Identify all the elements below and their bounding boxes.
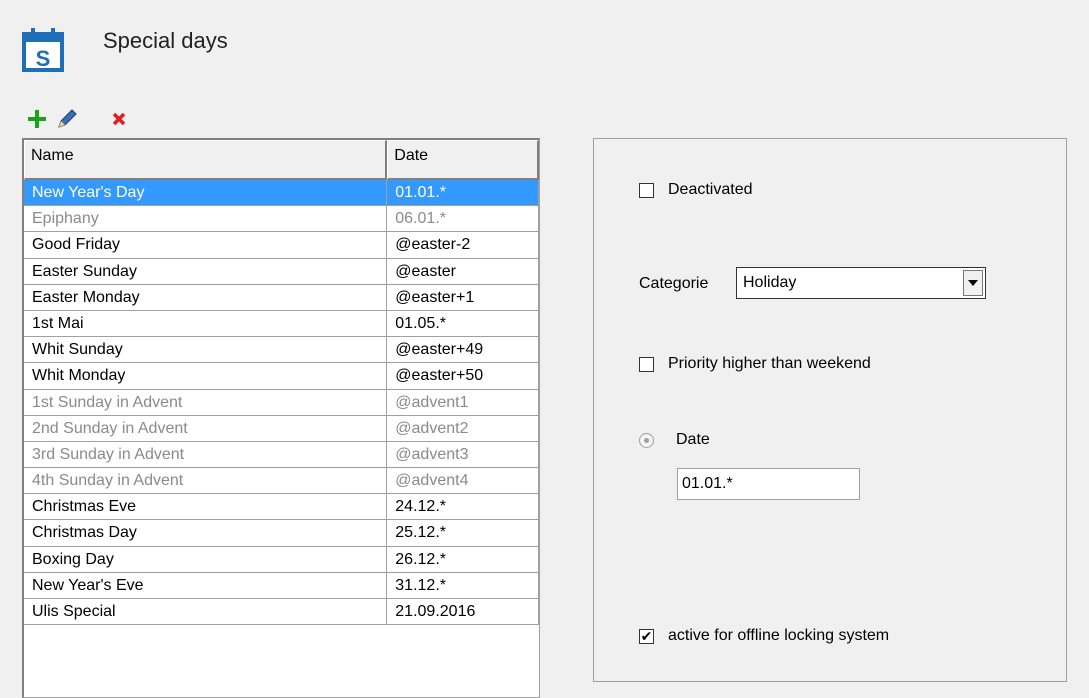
list-item-date: 24.12.* — [387, 494, 539, 521]
list-item-date: 25.12.* — [387, 520, 539, 547]
deactivated-row[interactable]: Deactivated — [639, 181, 753, 199]
priority-label: Priority higher than weekend — [668, 355, 871, 372]
list-item[interactable]: Good Friday @easter-2 — [24, 232, 539, 259]
list-item-date: @advent4 — [387, 468, 539, 495]
delete-button[interactable] — [104, 104, 134, 134]
list-item[interactable]: Easter Monday @easter+1 — [24, 284, 539, 311]
list-item[interactable]: Christmas Eve 24.12.* — [24, 494, 539, 521]
deactivated-label: Deactivated — [668, 181, 753, 198]
date-radio-label: Date — [676, 431, 710, 448]
list-item-date: @advent1 — [387, 389, 539, 416]
list-item-name: New Year's Day — [24, 180, 388, 207]
plus-icon — [28, 110, 46, 128]
details-panel: Deactivated Categorie Holiday Priority h… — [593, 138, 1067, 682]
list-item-date: 01.01.* — [387, 180, 539, 207]
list-item[interactable]: Whit Sunday @easter+49 — [24, 337, 539, 364]
list-item[interactable]: New Year's Day 01.01.* — [24, 180, 539, 207]
list-item-name: Christmas Eve — [24, 494, 388, 521]
icon-letter: S — [36, 46, 51, 71]
list-item[interactable]: Christmas Day 25.12.* — [24, 520, 539, 547]
list-item[interactable]: 3rd Sunday in Advent @advent3 — [24, 441, 539, 469]
list-item-date: @advent2 — [387, 415, 539, 442]
column-header-date[interactable]: Date — [387, 140, 539, 180]
list-item[interactable]: 4th Sunday in Advent @advent4 — [24, 468, 539, 495]
list-item-name: Epiphany — [24, 206, 388, 233]
list-item-date: 26.12.* — [387, 546, 539, 573]
list-item[interactable]: New Year's Eve 31.12.* — [24, 572, 539, 599]
toolbar — [22, 104, 134, 134]
list-item-name: Ulis Special — [24, 599, 388, 626]
pencil-icon — [58, 109, 77, 128]
list-item[interactable]: Ulis Special 21.09.2016 — [24, 599, 539, 626]
list-item-date: @easter — [387, 258, 539, 285]
list-item-date: @advent3 — [387, 441, 539, 469]
column-header-name[interactable]: Name — [24, 140, 388, 180]
list-item-name: Easter Sunday — [24, 258, 388, 285]
offline-label: active for offline locking system — [668, 627, 890, 644]
list-item-date: 01.05.* — [387, 310, 539, 338]
list-item-name: Boxing Day — [24, 546, 388, 573]
date-field[interactable] — [677, 468, 860, 500]
offline-checkbox[interactable]: ✔ — [639, 627, 654, 644]
list-item-name: Easter Monday — [24, 284, 388, 311]
date-radio[interactable] — [639, 432, 654, 448]
list-item-name: Whit Sunday — [24, 337, 388, 364]
list-item-name: Good Friday — [24, 232, 388, 259]
list-item-name: 1st Mai — [24, 310, 388, 338]
list-item-date: @easter+50 — [387, 363, 539, 390]
priority-row[interactable]: Priority higher than weekend — [639, 355, 871, 373]
deactivated-checkbox[interactable] — [639, 182, 654, 198]
list-item-name: Whit Monday — [24, 363, 388, 390]
edit-button[interactable] — [52, 104, 82, 134]
list-item[interactable]: Easter Sunday @easter — [24, 258, 539, 285]
list-item-date: 21.09.2016 — [387, 599, 539, 626]
list-item[interactable]: Boxing Day 26.12.* — [24, 546, 539, 573]
page-title: Special days — [103, 28, 228, 53]
list-item-name: New Year's Eve — [24, 572, 388, 599]
list-header: Name Date — [24, 140, 539, 180]
list-item-name: 1st Sunday in Advent — [24, 389, 388, 416]
list-item-name: 2nd Sunday in Advent — [24, 415, 388, 442]
list-item-date: 06.01.* — [387, 206, 539, 233]
delete-icon — [112, 112, 126, 126]
chevron-down-icon[interactable] — [963, 270, 983, 296]
category-value: Holiday — [743, 274, 797, 291]
category-select[interactable]: Holiday — [736, 267, 986, 299]
special-days-list[interactable]: Name Date New Year's Day 01.01.* Epiphany 0… — [22, 138, 540, 698]
list-item[interactable]: 1st Sunday in Advent @advent1 — [24, 389, 539, 416]
list-item[interactable]: 1st Mai 01.05.* — [24, 310, 539, 338]
list-item-name: Christmas Day — [24, 520, 388, 547]
list-item-name: 4th Sunday in Advent — [24, 468, 388, 495]
add-button[interactable] — [22, 104, 52, 134]
list-rows: New Year's Day 01.01.* Epiphany 06.01.* Good… — [24, 180, 539, 626]
priority-checkbox[interactable] — [639, 356, 654, 372]
checkmark-icon: ✔ — [640, 627, 653, 644]
list-item-date: @easter-2 — [387, 232, 539, 259]
list-item-date: @easter+49 — [387, 337, 539, 364]
category-label: Categorie — [639, 275, 709, 292]
date-radio-row[interactable]: Date — [639, 431, 710, 449]
list-item[interactable]: Whit Monday @easter+50 — [24, 363, 539, 390]
list-item-date: @easter+1 — [387, 284, 539, 311]
list-item[interactable]: Epiphany 06.01.* — [24, 206, 539, 233]
list-item-name: 3rd Sunday in Advent — [24, 441, 388, 469]
offline-row[interactable]: ✔ active for offline locking system — [639, 627, 889, 645]
list-item[interactable]: 2nd Sunday in Advent @advent2 — [24, 415, 539, 442]
calendar-s-icon: S — [22, 26, 66, 74]
list-item-date: 31.12.* — [387, 572, 539, 599]
